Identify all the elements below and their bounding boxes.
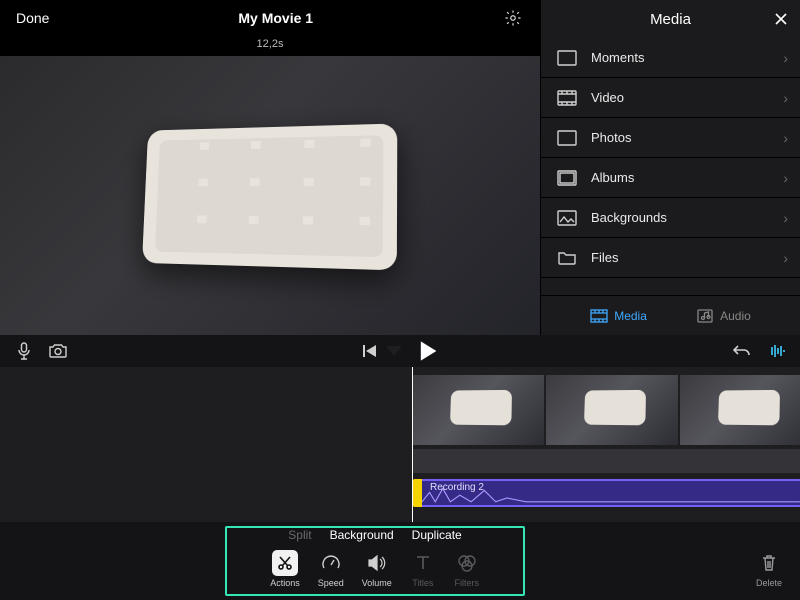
undo-button[interactable] bbox=[732, 341, 752, 361]
preview-video[interactable] bbox=[0, 56, 540, 335]
media-item-label: Albums bbox=[591, 170, 634, 185]
timeline-gap bbox=[412, 449, 800, 473]
chevron-right-icon: › bbox=[783, 90, 788, 106]
preview-header: Done My Movie 1 bbox=[0, 0, 540, 36]
speed-tool[interactable]: Speed bbox=[318, 550, 344, 588]
audio-clip[interactable]: Recording 2 bbox=[422, 479, 800, 507]
tool-label: Delete bbox=[756, 578, 782, 588]
waveform-icon bbox=[767, 343, 785, 359]
photos-icon bbox=[555, 129, 579, 147]
scissors-icon bbox=[272, 550, 298, 576]
tab-audio-label: Audio bbox=[720, 309, 751, 323]
playhead[interactable] bbox=[412, 367, 413, 522]
tab-audio[interactable]: Audio bbox=[696, 309, 751, 323]
filters-icon bbox=[454, 550, 480, 576]
video-clip[interactable] bbox=[412, 375, 544, 445]
done-button[interactable]: Done bbox=[16, 10, 49, 26]
chevron-right-icon: › bbox=[783, 50, 788, 66]
undo-icon bbox=[733, 343, 751, 359]
tool-label: Speed bbox=[318, 578, 344, 588]
titles-tool: Titles bbox=[410, 550, 436, 588]
audio-waveform-toggle[interactable] bbox=[766, 341, 786, 361]
camera-button[interactable] bbox=[48, 341, 68, 361]
volume-tool[interactable]: Volume bbox=[362, 550, 392, 588]
transport-bar bbox=[0, 335, 800, 367]
background-action[interactable]: Background bbox=[330, 528, 394, 542]
close-icon bbox=[774, 12, 788, 26]
media-item-backgrounds[interactable]: Backgrounds › bbox=[541, 198, 800, 238]
media-item-photos[interactable]: Photos › bbox=[541, 118, 800, 158]
tool-label: Titles bbox=[412, 578, 433, 588]
voiceover-button[interactable] bbox=[14, 341, 34, 361]
timeline[interactable]: Recording 2 bbox=[0, 367, 800, 522]
volume-icon bbox=[364, 550, 390, 576]
skip-back-button[interactable] bbox=[360, 341, 380, 361]
video-track[interactable] bbox=[412, 375, 800, 445]
tab-media[interactable]: Media bbox=[590, 309, 647, 323]
chevron-right-icon: › bbox=[783, 170, 788, 186]
timecode-label: 12,2s bbox=[0, 38, 540, 50]
tool-label: Filters bbox=[455, 578, 480, 588]
backgrounds-icon bbox=[555, 209, 579, 227]
skip-back-icon bbox=[362, 344, 378, 358]
microphone-icon bbox=[17, 342, 31, 360]
chevron-right-icon: › bbox=[783, 210, 788, 226]
media-item-label: Moments bbox=[591, 50, 644, 65]
media-item-label: Photos bbox=[591, 130, 631, 145]
project-title: My Movie 1 bbox=[238, 10, 313, 26]
video-clip[interactable] bbox=[546, 375, 678, 445]
media-item-label: Backgrounds bbox=[591, 210, 667, 225]
media-item-albums[interactable]: Albums › bbox=[541, 158, 800, 198]
filmstrip-icon bbox=[590, 309, 608, 323]
media-panel-header: Media bbox=[541, 0, 800, 38]
clip-tools: Actions Speed Volume Titles Filters bbox=[225, 550, 525, 588]
camera-icon bbox=[48, 343, 68, 359]
gear-icon bbox=[504, 9, 522, 27]
video-clip[interactable] bbox=[680, 375, 800, 445]
tab-media-label: Media bbox=[614, 309, 647, 323]
chevron-right-icon: › bbox=[783, 130, 788, 146]
media-tabs: Media Audio bbox=[541, 295, 800, 335]
context-actions: Split Background Duplicate bbox=[225, 528, 525, 542]
media-list: Moments › Video › Photos › bbox=[541, 38, 800, 295]
tool-label: Actions bbox=[270, 578, 300, 588]
media-item-files[interactable]: Files › bbox=[541, 238, 800, 278]
media-panel-title: Media bbox=[650, 11, 691, 28]
media-item-moments[interactable]: Moments › bbox=[541, 38, 800, 78]
actions-tool[interactable]: Actions bbox=[270, 550, 300, 588]
audio-track[interactable]: Recording 2 bbox=[412, 479, 800, 507]
split-action: Split bbox=[288, 528, 311, 542]
audio-clip-handle[interactable] bbox=[412, 479, 422, 507]
preview-pane: Done My Movie 1 12,2s bbox=[0, 0, 540, 335]
albums-icon bbox=[555, 169, 579, 187]
moments-icon bbox=[555, 49, 579, 67]
duplicate-action[interactable]: Duplicate bbox=[412, 528, 462, 542]
media-item-label: Files bbox=[591, 250, 618, 265]
play-button[interactable] bbox=[416, 339, 440, 363]
bottom-toolbar: Split Background Duplicate Actions Speed… bbox=[0, 522, 800, 600]
tool-label: Volume bbox=[362, 578, 392, 588]
trash-icon bbox=[757, 550, 781, 576]
media-item-video[interactable]: Video › bbox=[541, 78, 800, 118]
media-item-label: Video bbox=[591, 90, 624, 105]
titles-icon bbox=[410, 550, 436, 576]
media-panel: Media Moments › Video › bbox=[540, 0, 800, 335]
filters-tool: Filters bbox=[454, 550, 480, 588]
settings-button[interactable] bbox=[502, 7, 524, 29]
delete-tool[interactable]: Delete bbox=[756, 550, 782, 588]
close-media-panel[interactable] bbox=[774, 12, 788, 26]
music-icon bbox=[696, 309, 714, 323]
speedometer-icon bbox=[318, 550, 344, 576]
video-icon bbox=[555, 89, 579, 107]
playhead-notch bbox=[386, 346, 402, 356]
files-icon bbox=[555, 249, 579, 267]
chevron-right-icon: › bbox=[783, 250, 788, 266]
